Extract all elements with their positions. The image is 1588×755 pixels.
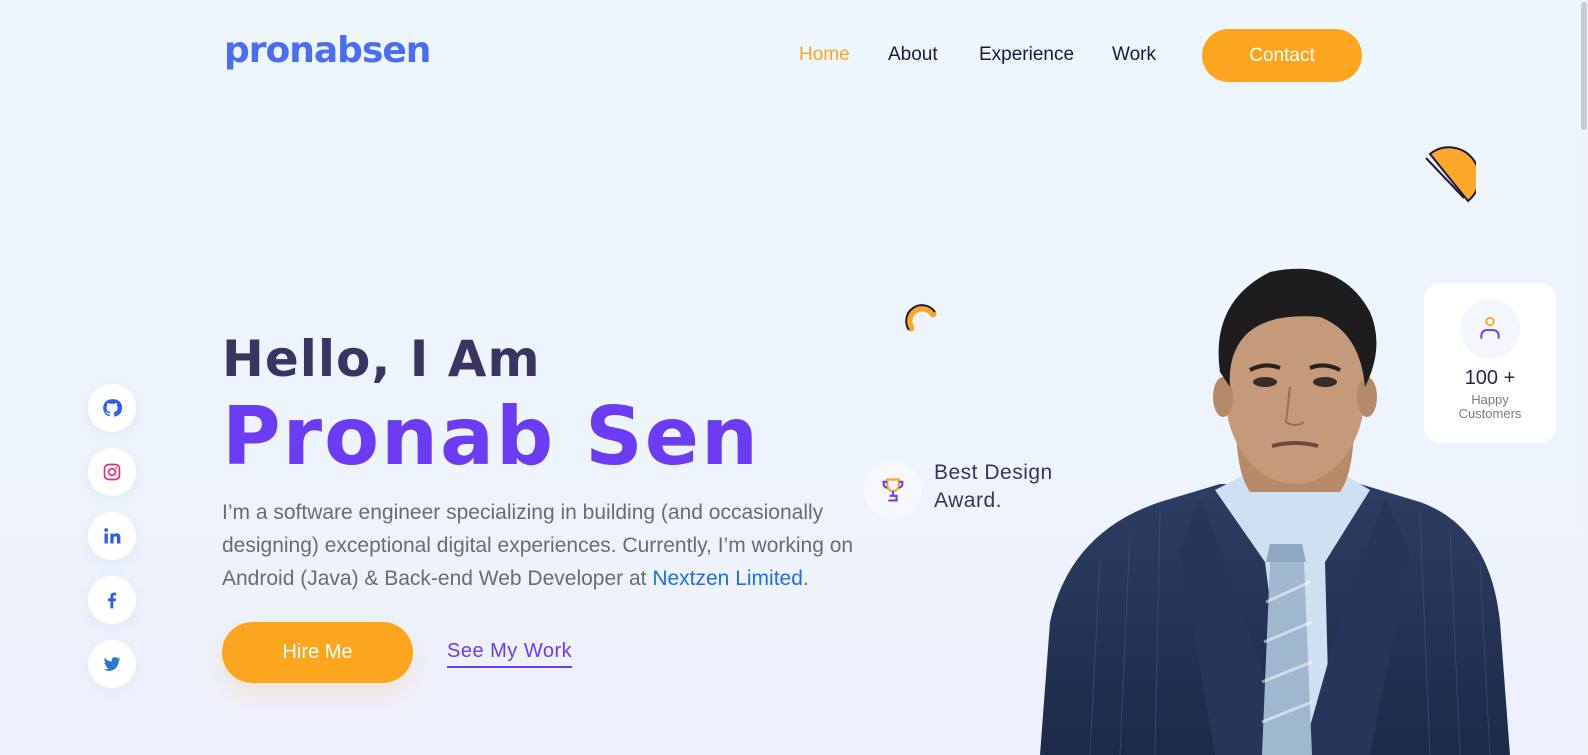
hire-me-button[interactable]: Hire Me (222, 622, 413, 683)
stat-count: 100 + (1464, 367, 1516, 389)
nav-link-work[interactable]: Work (1112, 44, 1156, 66)
facebook-link[interactable] (88, 576, 136, 624)
linkedin-link[interactable] (88, 512, 136, 560)
facebook-icon (107, 592, 117, 609)
stat-label: Happy Customers (1424, 393, 1556, 421)
stat-icon-wrap (1460, 299, 1520, 359)
main-nav: Home About Experience Work Contact (0, 0, 1588, 110)
hero-description-end: . (802, 567, 809, 590)
instagram-link[interactable] (88, 448, 136, 496)
arc-deco-icon (905, 304, 937, 332)
trophy-icon (882, 478, 904, 502)
hero-description: I’m a software engineer specializing in … (222, 496, 887, 595)
award-badge (864, 461, 922, 519)
user-icon (1480, 316, 1500, 339)
github-link[interactable] (88, 384, 136, 432)
nav-link-about[interactable]: About (888, 44, 938, 66)
award-title: Best Design (934, 461, 1053, 484)
award-subtitle: Award. (934, 489, 1002, 512)
github-icon (103, 399, 122, 417)
happy-customers-card: 100 + Happy Customers (1424, 283, 1556, 443)
stat-label-line2: Customers (1458, 406, 1522, 421)
contact-button[interactable]: Contact (1202, 29, 1362, 82)
instagram-icon (103, 463, 121, 481)
scrollbar-thumb[interactable] (1581, 2, 1587, 130)
stat-label-line1: Happy (1471, 392, 1509, 407)
nav-link-experience[interactable]: Experience (979, 44, 1074, 66)
linkedin-icon (104, 528, 121, 544)
twitter-link[interactable] (88, 640, 136, 688)
hero-greeting: Hello, I Am (222, 330, 541, 388)
see-my-work-link[interactable]: See My Work (447, 640, 573, 668)
nav-link-home[interactable]: Home (799, 44, 850, 66)
page-scrollbar[interactable] (1580, 0, 1588, 755)
hero-name: Pronab Sen (222, 390, 760, 483)
twitter-icon (103, 657, 121, 671)
award-text: Best Design Award. (934, 459, 1053, 515)
company-link[interactable]: Nextzen Limited (652, 567, 803, 590)
half-circle-deco-icon (1425, 146, 1476, 203)
